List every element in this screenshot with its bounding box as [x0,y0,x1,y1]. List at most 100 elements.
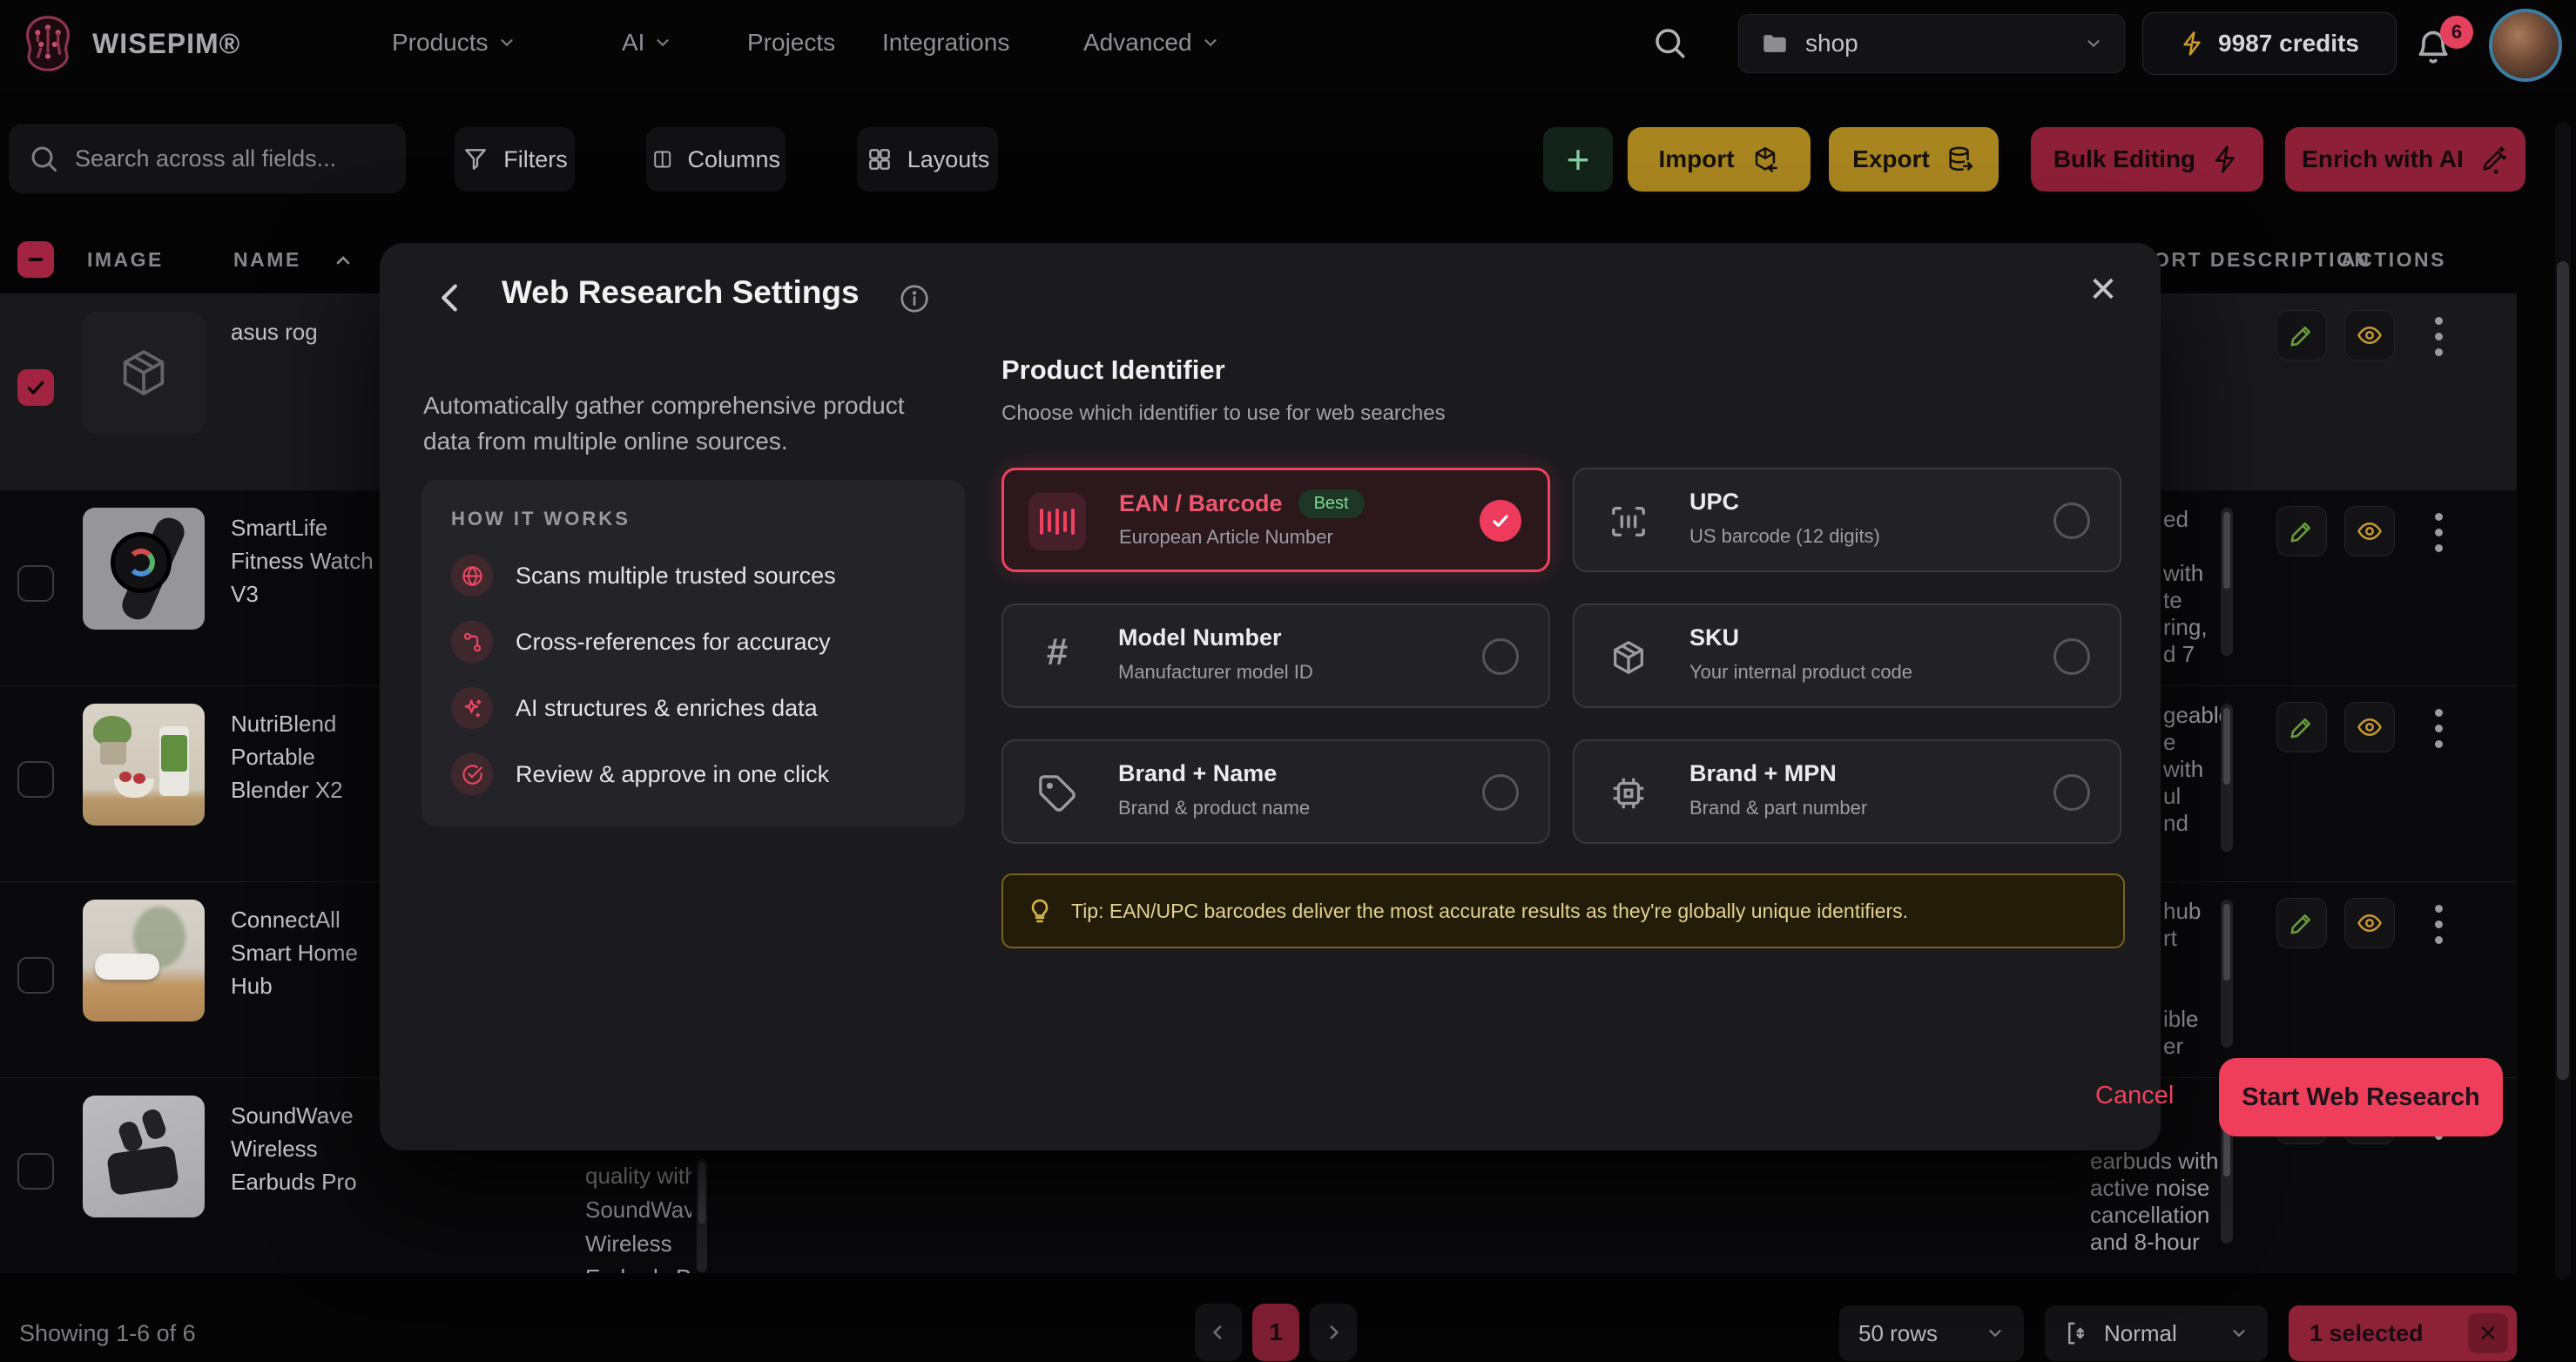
cell-scrollbar[interactable] [2221,704,2233,852]
row-density-select[interactable]: Normal [2045,1305,2268,1361]
check-icon [24,376,47,399]
brand-name: WISEPIM® [92,28,240,60]
how-it-works-card: HOW IT WORKS Scans multiple trusted sour… [421,480,965,826]
filters-button[interactable]: Filters [455,127,575,192]
brand-logo-icon [14,10,82,80]
radio-button[interactable] [2053,502,2090,539]
chip-icon [1608,772,1649,814]
short-description-fragment: ed withte ring,d 7 [2163,506,2208,668]
column-header-actions[interactable]: ACTIONS [2341,248,2446,272]
bulk-editing-button[interactable]: Bulk Editing [2031,127,2263,192]
web-research-settings-modal: Web Research Settings ✕ Automatically ga… [380,243,2161,1150]
view-button[interactable] [2344,898,2395,948]
product-image [83,312,205,434]
short-description-fragment: hubrt ibleer [2163,898,2201,1060]
clear-selection-button[interactable]: ✕ [2468,1313,2508,1353]
nav-ai[interactable]: AI [622,29,672,57]
row-height-icon [2064,1320,2090,1346]
page-number-button[interactable]: 1 [1252,1304,1299,1361]
sort-asc-icon [333,250,354,271]
identifier-option-sku[interactable]: SKU Your internal product code [1573,603,2121,708]
nav-projects[interactable]: Projects [747,29,835,57]
search-icon [28,143,59,174]
lightning-icon [2211,145,2241,174]
row-checkbox[interactable] [17,761,54,798]
check-circle-icon [451,753,493,795]
identifier-option-model-number[interactable]: # Model Number Manufacturer model ID [1001,603,1550,708]
search-icon[interactable] [1651,24,1688,61]
columns-button[interactable]: Columns [646,127,786,192]
radio-button[interactable] [1482,774,1519,811]
table-search-field[interactable] [9,124,406,193]
next-page-button[interactable] [1310,1304,1357,1361]
select-all-checkbox[interactable] [17,241,54,278]
selected-radio[interactable] [1480,500,1521,542]
cancel-button[interactable]: Cancel [2090,1081,2179,1111]
close-icon[interactable]: ✕ [2082,269,2124,311]
row-menu-button[interactable] [2435,905,2443,944]
eye-icon [2357,714,2383,740]
pencil-icon [2289,322,2315,348]
radio-button[interactable] [1482,638,1519,675]
row-menu-button[interactable] [2435,709,2443,748]
tip-banner: Tip: EAN/UPC barcodes deliver the most a… [1001,873,2125,948]
identifier-option-upc[interactable]: UPC US barcode (12 digits) [1573,468,2121,572]
edit-button[interactable] [2276,506,2327,556]
globe-icon [451,555,493,597]
row-checkbox[interactable] [17,1153,54,1190]
info-icon[interactable] [899,283,930,314]
identifier-option-brand-mpn[interactable]: Brand + MPN Brand & part number [1573,739,2121,844]
view-button[interactable] [2344,310,2395,361]
nav-advanced[interactable]: Advanced [1083,29,1220,57]
eye-icon [2357,518,2383,544]
row-menu-button[interactable] [2435,513,2443,552]
column-header-name[interactable]: NAME [233,248,301,272]
back-button[interactable] [430,278,470,318]
product-identifier-heading: Product Identifier [1001,354,1225,386]
row-checkbox-checked[interactable] [17,369,54,406]
edit-button[interactable] [2276,898,2327,948]
identifier-option-brand-name[interactable]: Brand + Name Brand & product name [1001,739,1550,844]
rows-per-page-select[interactable]: 50 rows [1839,1305,2024,1361]
import-button[interactable]: Import [1628,127,1811,192]
page-scrollbar[interactable] [2555,122,2571,1280]
radio-button[interactable] [2053,638,2090,675]
results-count: Showing 1-6 of 6 [19,1320,196,1347]
row-menu-button[interactable] [2435,317,2443,356]
hash-icon: # [1036,631,1078,673]
radio-button[interactable] [2053,774,2090,811]
prev-page-button[interactable] [1195,1304,1242,1361]
credits-button[interactable]: 9987 credits [2142,12,2397,75]
minus-icon [24,248,47,271]
column-header-image[interactable]: IMAGE [87,248,164,272]
cell-scrollbar[interactable] [2221,508,2233,656]
add-product-button[interactable]: + [1543,127,1613,192]
check-icon [1490,510,1511,531]
edit-button[interactable] [2276,310,2327,361]
magic-pencil-icon [2479,145,2509,174]
cell-scrollbar[interactable] [2221,900,2233,1048]
scrollbar-thumb[interactable] [2557,261,2569,1080]
pencil-icon [2289,518,2315,544]
start-web-research-button[interactable]: Start Web Research [2219,1058,2503,1136]
layouts-button[interactable]: Layouts [857,127,998,192]
cell-scrollbar[interactable] [697,1159,707,1272]
view-button[interactable] [2344,702,2395,752]
workspace-select[interactable]: shop [1738,14,2125,73]
identifier-option-ean-barcode[interactable]: EAN / BarcodeBest European Article Numbe… [1001,468,1550,572]
row-checkbox[interactable] [17,565,54,602]
product-name: SoundWave Wireless Earbuds Pro [231,1099,398,1198]
lightning-icon [2180,30,2206,57]
nav-integrations[interactable]: Integrations [882,29,1009,57]
notifications-button[interactable]: 6 [2414,19,2466,73]
enrich-with-ai-button[interactable]: Enrich with AI [2285,127,2525,192]
export-button[interactable]: Export [1829,127,1999,192]
view-button[interactable] [2344,506,2395,556]
edit-button[interactable] [2276,702,2327,752]
chevron-down-icon [497,33,516,52]
nav-products[interactable]: Products [392,29,516,57]
row-checkbox[interactable] [17,957,54,994]
user-avatar[interactable] [2489,9,2562,82]
grid-icon [866,145,894,173]
search-input[interactable] [73,145,387,173]
